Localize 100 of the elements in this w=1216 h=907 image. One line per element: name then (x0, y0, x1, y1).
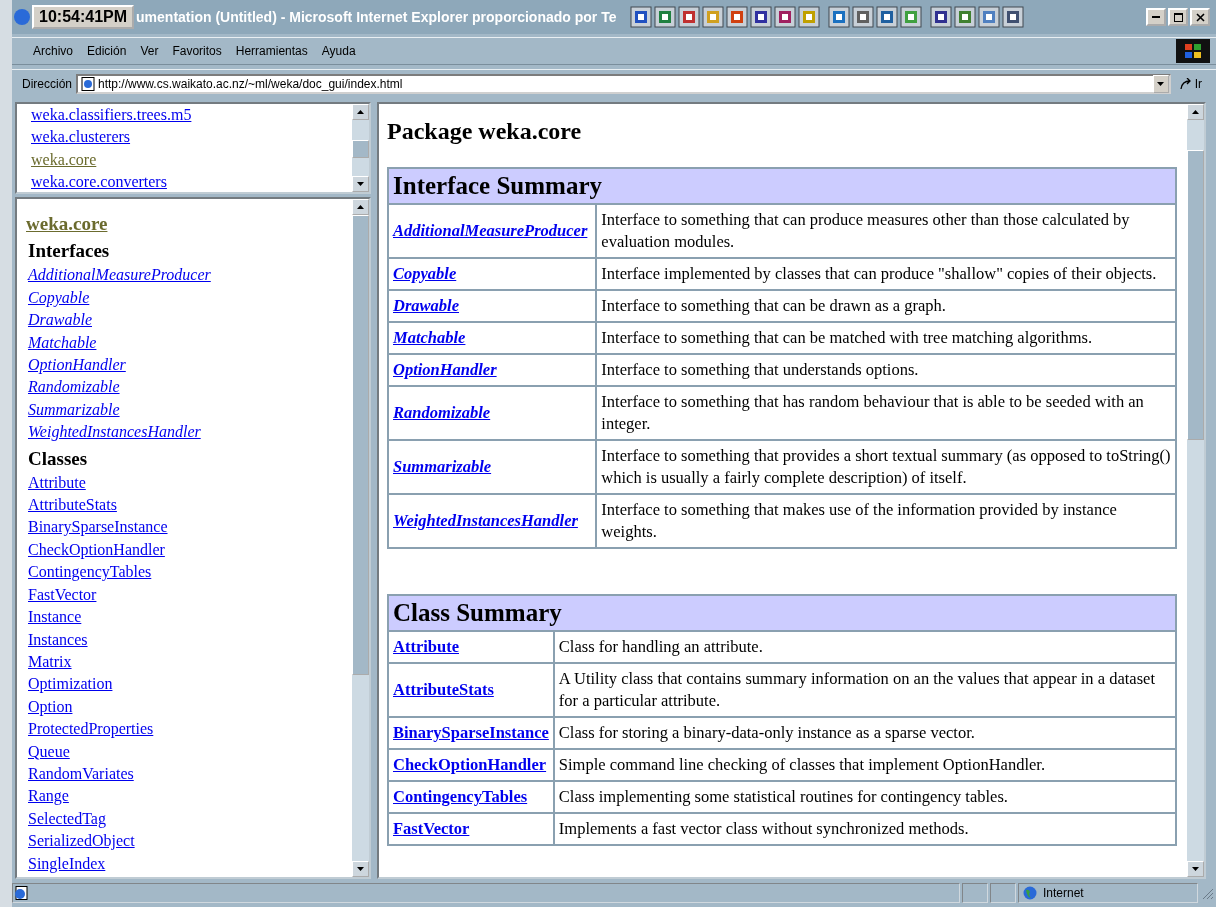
class-link[interactable]: Instances (28, 630, 88, 648)
app-icon[interactable] (900, 6, 923, 28)
class-link[interactable]: AttributeStats (393, 680, 494, 699)
class-link[interactable]: SingleIndex (28, 854, 106, 872)
scroll-down-button[interactable] (1187, 861, 1204, 877)
package-link[interactable]: weka.clusterers (31, 128, 131, 146)
class-link[interactable]: Option (28, 697, 73, 715)
class-link[interactable]: Optimization (28, 675, 113, 693)
class-link[interactable]: RandomVariates (28, 764, 134, 782)
class-link[interactable]: ContingencyTables (28, 563, 152, 581)
table-cell: Implements a fast vector class without synchronized methods. (553, 813, 1176, 845)
class-link[interactable]: Range (28, 787, 69, 805)
status-panel (990, 883, 1016, 903)
app-icon[interactable] (1002, 6, 1025, 28)
interface-link[interactable]: Matchable (28, 333, 97, 351)
menu-item[interactable]: Archivo (28, 42, 78, 60)
menu-item[interactable]: Herramientas (230, 42, 313, 60)
go-button[interactable]: Ir (1178, 77, 1202, 91)
class-link[interactable]: CheckOptionHandler (28, 540, 165, 558)
section-heading: Interfaces (28, 240, 111, 263)
class-link[interactable]: Matrix (28, 652, 72, 670)
package-link[interactable]: weka.core.converters (31, 173, 167, 191)
app-icon[interactable] (954, 6, 977, 28)
app-icon[interactable] (750, 6, 773, 28)
interface-link[interactable]: Summarizable (28, 400, 120, 418)
interface-link[interactable]: AdditionalMeasureProducer (393, 221, 588, 240)
package-link[interactable]: weka.core (31, 150, 97, 168)
interface-link[interactable]: WeightedInstancesHandler (28, 423, 201, 441)
app-icon[interactable] (726, 6, 749, 28)
page-title: Package weka.core (387, 118, 583, 145)
class-link[interactable]: Queue (28, 742, 70, 760)
scrollbar[interactable] (1187, 104, 1204, 877)
interface-link[interactable]: Drawable (393, 296, 459, 315)
address-field[interactable]: http://www.cs.waikato.ac.nz/~ml/weka/doc_gui/index.html (76, 74, 1171, 94)
class-link[interactable]: SerializedObject (28, 832, 135, 850)
dropdown-button[interactable] (1152, 75, 1169, 93)
app-icon[interactable] (702, 6, 725, 28)
interface-link[interactable]: Copyable (28, 288, 90, 306)
scroll-up-button[interactable] (352, 104, 369, 120)
interface-link[interactable]: AdditionalMeasureProducer (28, 266, 211, 284)
window-title: umentation (Untitled) - Microsoft Internet Explorer proporcionado por Te (136, 9, 617, 25)
resize-grip[interactable] (1200, 886, 1214, 900)
class-link[interactable]: Attribute (28, 473, 86, 491)
scrollbar[interactable] (352, 199, 369, 877)
interface-link[interactable]: Summarizable (393, 457, 492, 476)
scroll-up-button[interactable] (352, 199, 369, 215)
app-icon[interactable] (852, 6, 875, 28)
class-link[interactable]: ProtectedProperties (28, 720, 154, 738)
menu-item[interactable]: Ver (135, 42, 164, 60)
scroll-thumb[interactable] (352, 140, 369, 158)
app-icon[interactable] (978, 6, 1001, 28)
scroll-thumb[interactable] (1187, 150, 1204, 440)
menu-item[interactable]: Edición (82, 42, 132, 60)
table-cell: Class for handling an attribute. (553, 631, 1176, 663)
class-link[interactable]: Attribute (393, 637, 459, 656)
interface-link[interactable]: Drawable (28, 311, 92, 329)
scroll-down-button[interactable] (352, 176, 369, 192)
class-link[interactable]: Instance (28, 608, 82, 626)
minimize-button[interactable] (1146, 8, 1166, 26)
class-link[interactable]: BinarySparseInstance (393, 723, 549, 742)
zone-status: Internet (1018, 883, 1198, 903)
up-arrow-icon (357, 110, 364, 114)
menu-item[interactable]: Favoritos (167, 42, 227, 60)
class-link[interactable]: FastVector (393, 819, 470, 838)
browser-icon (14, 9, 30, 25)
interface-link[interactable]: Matchable (393, 328, 466, 347)
page-icon (81, 77, 95, 91)
interface-link[interactable]: OptionHandler (28, 356, 126, 374)
maximize-button[interactable] (1168, 8, 1188, 26)
app-icon[interactable] (930, 6, 953, 28)
class-link[interactable]: AttributeStats (28, 496, 117, 514)
app-icon[interactable] (774, 6, 797, 28)
app-icon[interactable] (654, 6, 677, 28)
table-header: Interface Summary (388, 168, 1176, 204)
interface-link[interactable]: Randomizable (393, 403, 491, 422)
class-link[interactable]: FastVector (28, 585, 97, 603)
menu-item[interactable]: Ayuda (316, 42, 361, 60)
clock-overlay: 10:54:41PM (32, 5, 135, 29)
close-icon (1195, 12, 1205, 22)
app-icon[interactable] (828, 6, 851, 28)
app-icon[interactable] (678, 6, 701, 28)
scrollbar[interactable] (352, 104, 369, 192)
close-button[interactable] (1190, 8, 1210, 26)
app-icon[interactable] (876, 6, 899, 28)
interface-link[interactable]: WeightedInstancesHandler (393, 511, 578, 530)
interface-link[interactable]: Copyable (393, 264, 457, 283)
interface-link[interactable]: Randomizable (28, 378, 120, 396)
app-icon[interactable] (630, 6, 653, 28)
class-link[interactable]: SelectedTag (28, 809, 106, 827)
class-link[interactable]: CheckOptionHandler (393, 755, 547, 774)
scroll-thumb[interactable] (352, 215, 369, 675)
scroll-down-button[interactable] (352, 861, 369, 877)
class-link[interactable]: BinarySparseInstance (28, 518, 168, 536)
interface-link[interactable]: OptionHandler (393, 360, 497, 379)
scroll-up-button[interactable] (1187, 104, 1204, 120)
class-link[interactable]: ContingencyTables (393, 787, 528, 806)
app-icon[interactable] (798, 6, 821, 28)
table-cell: Class implementing some statistical routines for contingency tables. (553, 781, 1176, 813)
package-title-link[interactable]: weka.core (26, 213, 108, 234)
package-link[interactable]: weka.classifiers.trees.m5 (31, 106, 192, 123)
